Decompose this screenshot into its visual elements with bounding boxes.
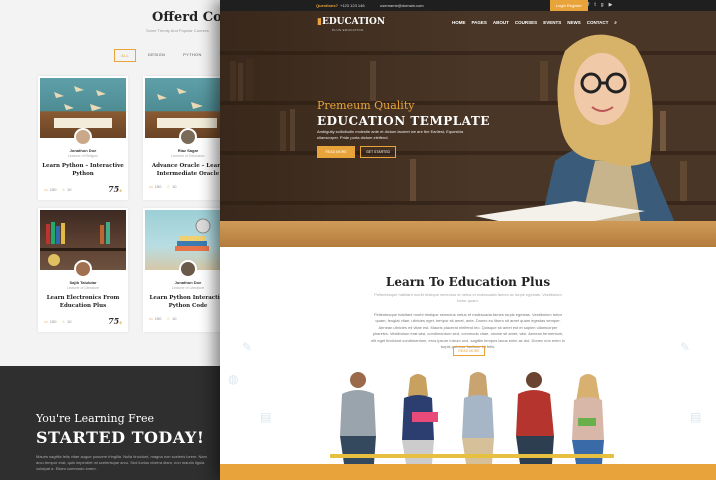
reviews-count: 10 xyxy=(67,318,72,324)
menu-events[interactable]: EVENTS xyxy=(543,20,561,25)
menu-home[interactable]: HOME xyxy=(452,20,466,25)
avatar xyxy=(74,260,92,278)
courses-subtitle: Some Trendy And Popular Courses xyxy=(146,28,209,33)
home-page-preview: Questions? +123 123 146 username@domain.… xyxy=(220,0,716,480)
courses-page-preview: Offerd Course Some Trendy And Popular Co… xyxy=(0,0,245,480)
login-register-button[interactable]: Login Register xyxy=(550,0,588,11)
course-price: 75$ xyxy=(108,316,122,326)
menu-about[interactable]: ABOUT xyxy=(493,20,509,25)
hero-title: EDUCATION TEMPLATE xyxy=(317,114,490,128)
menu-contact[interactable]: CONTACT xyxy=(587,20,609,25)
hero-eyebrow: Premeum Quality xyxy=(317,99,415,112)
facebook-icon[interactable]: f xyxy=(588,2,589,8)
promo-subtitle: You're Learning Free xyxy=(36,412,155,425)
pencil-icon: ✎ xyxy=(680,340,691,354)
desk xyxy=(220,221,716,247)
avatar xyxy=(74,128,92,146)
course-meta: ▭ 150 ☆ 10 75$ xyxy=(44,316,122,326)
teacher-name: Sajib Talukdar xyxy=(69,280,97,285)
book-icon: ▤ xyxy=(260,410,272,424)
teacher-role: Lecturer of Literature xyxy=(66,286,100,290)
menu-courses[interactable]: COURSES xyxy=(515,20,537,25)
youtube-icon[interactable]: ▶ xyxy=(609,2,613,8)
questions-label: Questions? xyxy=(316,3,339,8)
search-icon[interactable]: ⌕ xyxy=(614,20,617,25)
course-title[interactable]: Advance Oracle – Learn Intermediate Orac… xyxy=(147,162,229,179)
phone-number[interactable]: +123 123 146 xyxy=(340,3,365,8)
pencil-icon: ✎ xyxy=(242,340,253,354)
reviews-icon: ☆ xyxy=(61,318,66,324)
students-count: 150 xyxy=(154,184,162,189)
avatar xyxy=(179,128,197,146)
get-started-button[interactable]: GET STARTED xyxy=(360,146,396,158)
book-icon: ▤ xyxy=(690,410,702,424)
globe-icon: ◍ xyxy=(228,372,239,386)
course-price: 75$ xyxy=(108,184,122,194)
teacher-role: Lecturer of Religion xyxy=(67,154,99,158)
teacher-name: Jonathon Doe xyxy=(69,148,97,153)
course-meta: ▭ 150 ☆ 10 xyxy=(149,184,227,189)
students-icon: ▭ xyxy=(149,316,153,321)
reviews-count: 10 xyxy=(172,184,177,189)
course-title[interactable]: Learn Python – Interactive Python xyxy=(42,162,124,179)
reviews-icon: ☆ xyxy=(166,184,171,189)
course-title[interactable]: Learn Electronics From Education Plus xyxy=(42,294,124,311)
main-menu: HOME PAGES ABOUT COURSES EVENTS NEWS CON… xyxy=(452,20,617,25)
students-group-photo xyxy=(330,372,614,464)
promo-title: STARTED TODAY! xyxy=(36,428,205,447)
about-subtitle: Pellentesque habitant morbi tristique se… xyxy=(374,292,562,303)
students-count: 150 xyxy=(49,318,57,324)
reviews-icon: ☆ xyxy=(166,316,171,321)
menu-pages[interactable]: PAGES xyxy=(472,20,487,25)
menu-news[interactable]: NEWS xyxy=(567,20,581,25)
bottom-band xyxy=(220,464,716,480)
email-link[interactable]: username@domain.com xyxy=(380,3,424,8)
students-icon: ▭ xyxy=(149,184,153,189)
about-title: Learn To Education Plus xyxy=(385,275,551,289)
filter-design[interactable]: DESIGN xyxy=(142,49,171,62)
students-icon: ▭ xyxy=(44,318,48,324)
hero-text: Ambiguity sollicitudin molestie ante et … xyxy=(317,129,464,140)
course-meta: ▭ 150 ☆ 10 xyxy=(149,316,227,321)
avatar xyxy=(179,260,197,278)
google-icon[interactable]: g xyxy=(601,2,604,8)
top-bar: Questions? +123 123 146 username@domain.… xyxy=(220,0,716,11)
read-more-button[interactable]: READ MORE xyxy=(317,146,355,158)
filter-python[interactable]: PYTHON xyxy=(177,49,207,62)
course-card[interactable]: Sajib Talukdar Lecturer of Literature Le… xyxy=(38,208,128,332)
course-meta: ▭ 150 ☆ 10 75$ xyxy=(44,184,122,194)
about-body: Pellentesque habitant morbi tristique se… xyxy=(371,312,565,349)
students-count: 150 xyxy=(154,316,162,321)
twitter-icon[interactable]: t xyxy=(594,2,595,8)
reviews-icon: ☆ xyxy=(61,186,66,192)
promo-text: Mauris sagittis felis vitae augue posuer… xyxy=(36,454,207,471)
filter-all[interactable]: ALL xyxy=(114,49,137,62)
students-icon: ▭ xyxy=(44,186,48,192)
students-count: 150 xyxy=(49,186,57,192)
site-logo[interactable]: ▮EDUCATION xyxy=(317,17,385,27)
hero-section: ▮EDUCATION PLUS EDUCATION HOME PAGES ABO… xyxy=(220,11,716,247)
about-read-more-button[interactable]: READ MORE xyxy=(453,346,485,356)
social-links: f t g ▶ xyxy=(588,2,612,8)
reviews-count: 10 xyxy=(67,186,72,192)
course-title[interactable]: Learn Python Interactive Python Code xyxy=(147,294,229,311)
student-photo xyxy=(475,34,685,247)
reviews-count: 10 xyxy=(172,316,177,321)
logo-tagline: PLUS EDUCATION xyxy=(332,28,364,32)
course-card[interactable]: Jonathon Doe Lecturer of Religion Learn … xyxy=(38,76,128,200)
